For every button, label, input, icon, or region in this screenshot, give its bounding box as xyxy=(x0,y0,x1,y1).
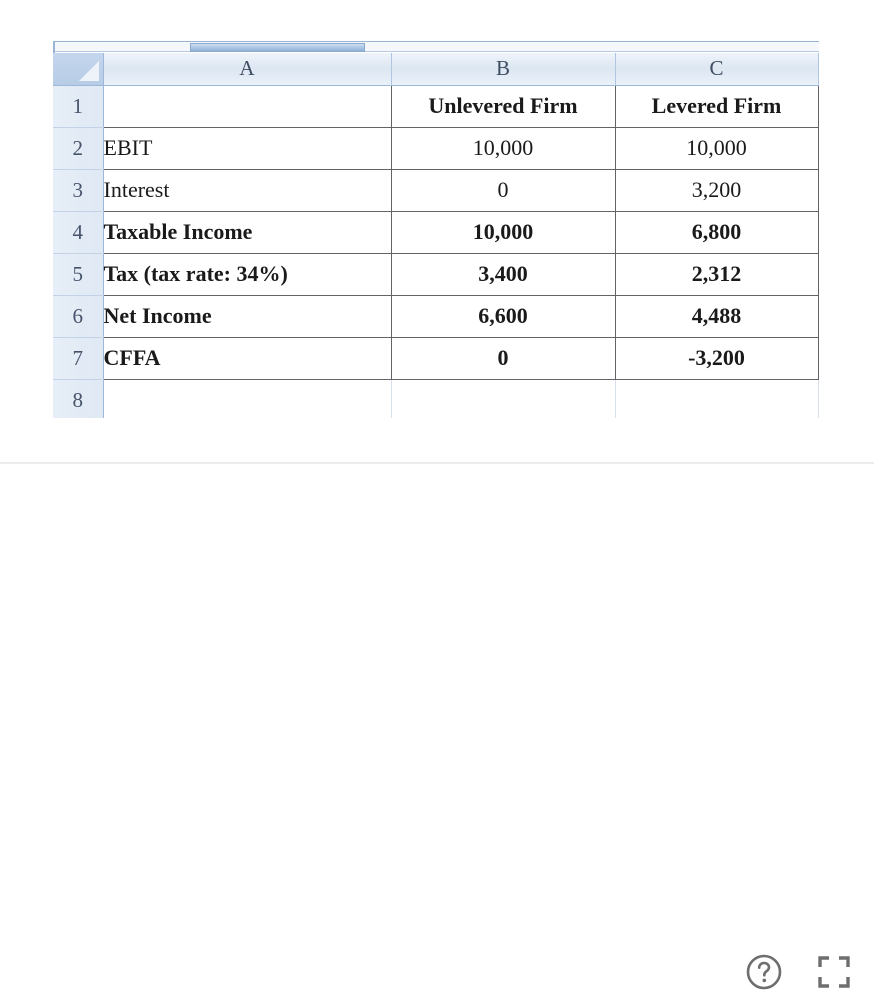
table-row: 7 CFFA 0 -3,200 xyxy=(53,336,819,380)
spreadsheet-viewport: A B C 1 Unlevered Firm Levered Firm 2 EB… xyxy=(53,41,819,418)
viewer-toolbar xyxy=(0,464,874,990)
cell-c5[interactable]: 2,312 xyxy=(614,252,819,296)
column-header-a[interactable]: A xyxy=(103,53,392,86)
row-header-5[interactable]: 5 xyxy=(53,253,104,296)
cell-b4[interactable]: 10,000 xyxy=(390,210,616,254)
row-header-3[interactable]: 3 xyxy=(53,169,104,212)
cell-b8[interactable] xyxy=(390,379,616,418)
table-row: 8 xyxy=(53,379,819,418)
cell-c2[interactable]: 10,000 xyxy=(614,126,819,170)
table-row: 6 Net Income 6,600 4,488 xyxy=(53,294,819,338)
table-row: 1 Unlevered Firm Levered Firm xyxy=(53,84,819,128)
cell-c4[interactable]: 6,800 xyxy=(614,210,819,254)
fullscreen-button[interactable] xyxy=(812,950,856,994)
question-circle-icon xyxy=(746,954,782,990)
select-all-triangle-icon xyxy=(78,60,99,81)
help-button[interactable] xyxy=(742,950,786,994)
spreadsheet-grid: A B C 1 Unlevered Firm Levered Firm 2 EB… xyxy=(53,53,819,418)
row-header-6[interactable]: 6 xyxy=(53,295,104,338)
cell-a3[interactable]: Interest xyxy=(102,168,392,212)
column-header-b[interactable]: B xyxy=(391,53,616,86)
cell-b3[interactable]: 0 xyxy=(390,168,616,212)
image-content-area: A B C 1 Unlevered Firm Levered Firm 2 EB… xyxy=(0,0,874,463)
scrollbar-left-cap xyxy=(53,42,55,53)
table-row: 2 EBIT 10,000 10,000 xyxy=(53,126,819,170)
cell-a6[interactable]: Net Income xyxy=(102,294,392,338)
cell-c8[interactable] xyxy=(614,379,819,418)
cell-c1[interactable]: Levered Firm xyxy=(614,84,819,128)
cell-b5[interactable]: 3,400 xyxy=(390,252,616,296)
fullscreen-expand-icon xyxy=(818,956,850,988)
cell-a1[interactable] xyxy=(102,84,392,128)
cell-b1[interactable]: Unlevered Firm xyxy=(390,84,616,128)
column-header-c[interactable]: C xyxy=(615,53,819,86)
cell-b2[interactable]: 10,000 xyxy=(390,126,616,170)
table-row: 4 Taxable Income 10,000 6,800 xyxy=(53,210,819,254)
scrollbar-thumb[interactable] xyxy=(190,43,365,52)
table-row: 3 Interest 0 3,200 xyxy=(53,168,819,212)
row-header-8[interactable]: 8 xyxy=(53,379,104,418)
select-all-corner[interactable] xyxy=(53,53,104,86)
cell-a2[interactable]: EBIT xyxy=(102,126,392,170)
row-header-4[interactable]: 4 xyxy=(53,211,104,254)
cell-a7[interactable]: CFFA xyxy=(102,336,392,380)
table-row: 5 Tax (tax rate: 34%) 3,400 2,312 xyxy=(53,252,819,296)
cell-a4[interactable]: Taxable Income xyxy=(102,210,392,254)
column-header-row: A B C xyxy=(53,53,819,86)
row-header-1[interactable]: 1 xyxy=(53,85,104,128)
cell-a5[interactable]: Tax (tax rate: 34%) xyxy=(102,252,392,296)
cell-c3[interactable]: 3,200 xyxy=(614,168,819,212)
cell-c6[interactable]: 4,488 xyxy=(614,294,819,338)
cell-a8[interactable] xyxy=(102,379,392,418)
cell-b6[interactable]: 6,600 xyxy=(390,294,616,338)
row-header-7[interactable]: 7 xyxy=(53,337,104,380)
cell-b7[interactable]: 0 xyxy=(390,336,616,380)
row-header-2[interactable]: 2 xyxy=(53,127,104,170)
horizontal-scrollbar[interactable] xyxy=(53,41,819,53)
cell-c7[interactable]: -3,200 xyxy=(614,336,819,380)
spreadsheet-image-viewer: A B C 1 Unlevered Firm Levered Firm 2 EB… xyxy=(0,0,874,990)
